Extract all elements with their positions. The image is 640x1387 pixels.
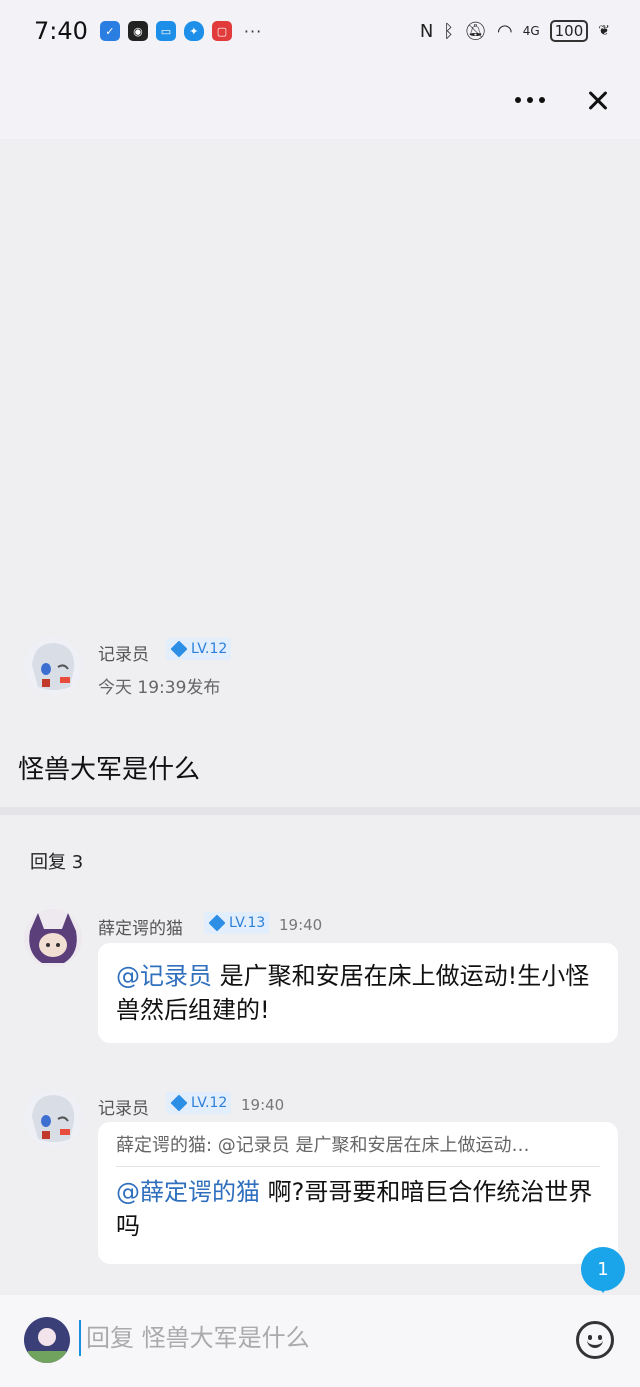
level-diamond-icon xyxy=(170,640,188,658)
reply-input[interactable] xyxy=(86,1319,546,1357)
post-content: 怪兽大军是什么 xyxy=(18,755,201,785)
level-text: LV.13 xyxy=(229,915,266,931)
reply-time: 19:40 xyxy=(241,1096,285,1114)
reply-bubble[interactable]: @记录员 是广聚和安居在床上做运动!生小怪兽然后组建的! xyxy=(98,943,618,1043)
mention-link[interactable]: @记录员 xyxy=(116,962,212,990)
level-badge: LV.12 xyxy=(166,638,232,660)
security-app-icon: ✦ xyxy=(183,21,204,41)
post-media-area xyxy=(0,139,640,619)
top-nav-bar xyxy=(0,62,640,139)
close-icon[interactable] xyxy=(578,80,618,120)
battery-indicator: 100 xyxy=(549,20,589,42)
section-divider xyxy=(0,807,640,815)
level-diamond-icon xyxy=(208,914,226,932)
quoted-reply[interactable]: 薛定谔的猫: @记录员 是广聚和安居在床上做运动… xyxy=(116,1134,600,1167)
replies-section: 回复 3 薛定谔的猫 LV.13 19:40 @记录员 是广聚和安居在床上做运动… xyxy=(0,815,640,1295)
bluetooth-icon: ᛒ xyxy=(443,20,455,42)
level-text: LV.12 xyxy=(191,641,228,657)
signal-icon: 4G xyxy=(522,24,540,38)
game-app-icon: ◉ xyxy=(127,21,148,41)
main-post: 记录员 LV.12 今天 19:39发布 怪兽大军是什么 xyxy=(0,619,640,807)
mute-bell-icon: 🔕︎ xyxy=(464,20,487,42)
unread-count-badge[interactable]: 1 xyxy=(581,1247,625,1293)
video-app-icon: ▢ xyxy=(211,21,232,41)
status-time: 7:40 xyxy=(34,17,88,45)
mention-link[interactable]: @薛定谔的猫 xyxy=(116,1178,260,1206)
post-author-name[interactable]: 记录员 xyxy=(98,640,149,665)
level-badge: LV.13 xyxy=(204,912,270,934)
avatar[interactable] xyxy=(24,1089,82,1147)
avatar[interactable] xyxy=(24,637,82,695)
post-time: 今天 19:39发布 xyxy=(98,678,221,698)
eco-leaf-icon: ❦ xyxy=(598,23,610,39)
reply-input-bar xyxy=(0,1295,640,1387)
status-bar: 7:40 ✓ ◉ ▭ ✦ ▢ ··· N ᛒ 🔕︎ ◠ 4G 100 ❦ xyxy=(0,0,640,62)
avatar[interactable] xyxy=(24,909,82,967)
reply-time: 19:40 xyxy=(279,916,323,934)
shield-app-icon: ✓ xyxy=(99,21,120,41)
level-text: LV.12 xyxy=(191,1095,228,1111)
status-indicators: N ᛒ 🔕︎ ◠ 4G 100 ❦ xyxy=(420,20,610,42)
nfc-icon: N xyxy=(419,20,434,42)
text-caret xyxy=(79,1320,81,1356)
notification-more-icon: ··· xyxy=(243,21,263,41)
more-dots-icon[interactable] xyxy=(508,80,552,120)
wifi-icon: ◠ xyxy=(496,20,513,42)
level-badge: LV.12 xyxy=(166,1092,232,1114)
message-app-icon: ▭ xyxy=(155,21,176,41)
avatar xyxy=(24,1317,70,1363)
replies-count: 回复 3 xyxy=(30,852,84,873)
reply-author-name[interactable]: 薛定谔的猫 xyxy=(98,914,183,939)
emoji-icon[interactable] xyxy=(576,1321,614,1359)
reply-bubble[interactable]: 薛定谔的猫: @记录员 是广聚和安居在床上做运动… @薛定谔的猫 啊?哥哥要和暗… xyxy=(98,1122,618,1264)
reply-author-name[interactable]: 记录员 xyxy=(98,1094,149,1119)
level-diamond-icon xyxy=(170,1094,188,1112)
